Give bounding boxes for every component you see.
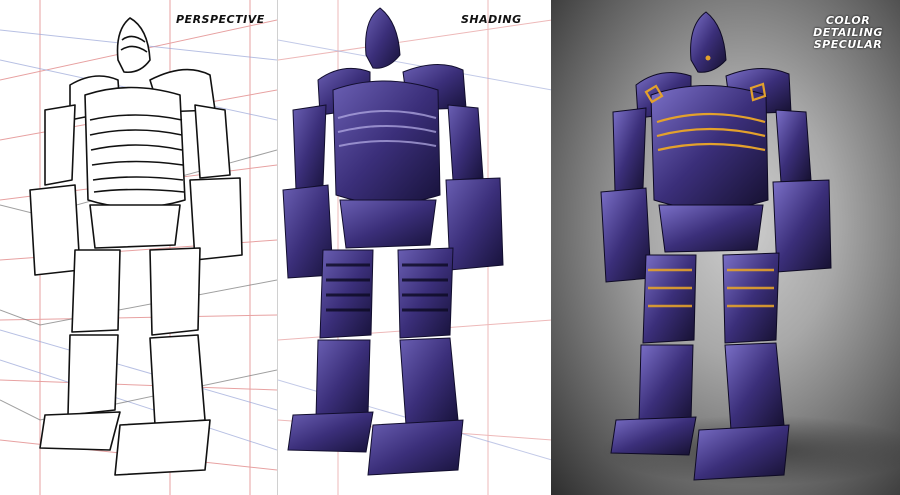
- concept-art-sheet: PERSPECTIVE SHADING COLOR DETAILING SPEC…: [0, 0, 900, 495]
- shading-label: SHADING: [461, 13, 522, 26]
- robot-line-art: [29, 17, 243, 476]
- color-panel: COLOR DETAILING SPECULAR: [551, 0, 900, 495]
- color-detailing-specular-label: COLOR DETAILING SPECULAR: [813, 15, 883, 51]
- perspective-panel: PERSPECTIVE: [0, 0, 277, 495]
- perspective-label: PERSPECTIVE: [176, 13, 265, 26]
- robot-colored: [600, 11, 900, 485]
- shading-panel: SHADING: [277, 0, 552, 495]
- robot-shaded: [282, 7, 504, 476]
- color-label-line-3: SPECULAR: [813, 38, 883, 51]
